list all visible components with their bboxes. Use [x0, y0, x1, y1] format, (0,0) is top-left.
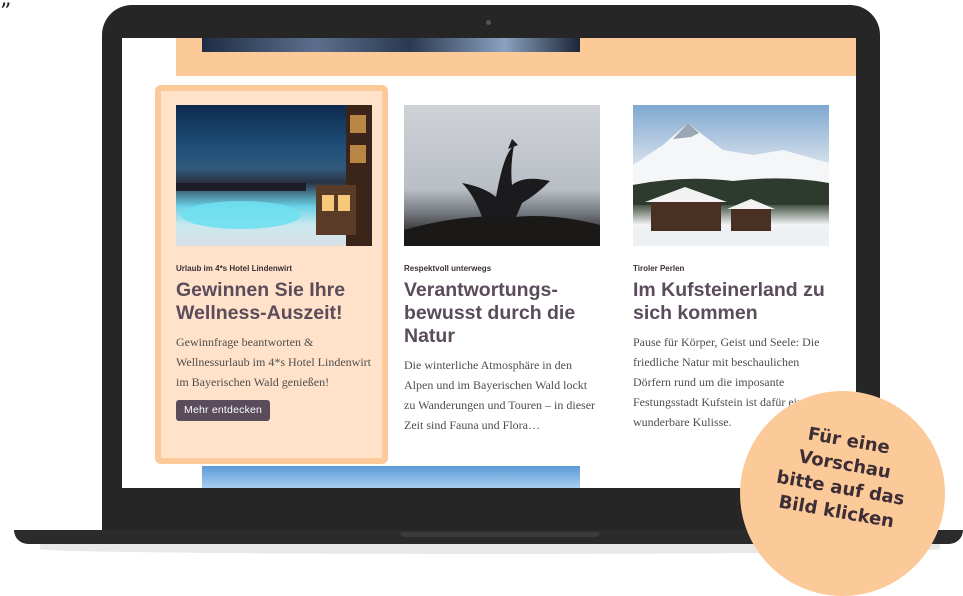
preview-badge[interactable]: Für eine Vorschau bitte auf das Bild kli…	[740, 391, 945, 596]
card-title[interactable]: Im Kufsteinerland zu sich kommen	[633, 279, 829, 325]
camera-dot	[486, 20, 491, 25]
quote-mark: ”	[0, 0, 12, 25]
card-wellness[interactable]: Urlaub im 4*s Hotel Lindenwirt Gewinnen …	[176, 105, 372, 421]
card-tag: Respektvoll unterwegs	[404, 264, 492, 273]
laptop-screen: Urlaub im 4*s Hotel Lindenwirt Gewinnen …	[122, 38, 856, 488]
laptop-notch	[400, 532, 600, 537]
card-tag: Urlaub im 4*s Hotel Lindenwirt	[176, 264, 293, 273]
card-nature[interactable]: Respektvoll unterwegs Verantwortungs-bew…	[404, 105, 600, 435]
card-title[interactable]: Gewinnen Sie Ihre Wellness-Auszeit!	[176, 279, 372, 325]
card-text: Die winterliche Atmosphäre in den Alpen …	[404, 358, 596, 432]
pool-image[interactable]	[176, 105, 372, 246]
grouse-image[interactable]	[404, 105, 600, 246]
preview-badge-text: Für eine Vorschau bitte auf das Bild kli…	[733, 412, 952, 542]
top-teaser-image[interactable]	[202, 38, 580, 52]
discover-button[interactable]: Mehr entdecken	[176, 400, 271, 421]
card-title[interactable]: Verantwortungs-bewusst durch die Natur	[404, 279, 600, 348]
card-kufstein[interactable]: Tiroler Perlen Im Kufsteinerland zu sich…	[633, 105, 829, 432]
card-text: Gewinnfrage beantworten & Wellnessurlaub…	[176, 335, 371, 389]
card-tag: Tiroler Perlen	[633, 264, 685, 273]
bottom-teaser-image[interactable]	[202, 466, 580, 488]
mountain-village-image[interactable]	[633, 105, 829, 246]
